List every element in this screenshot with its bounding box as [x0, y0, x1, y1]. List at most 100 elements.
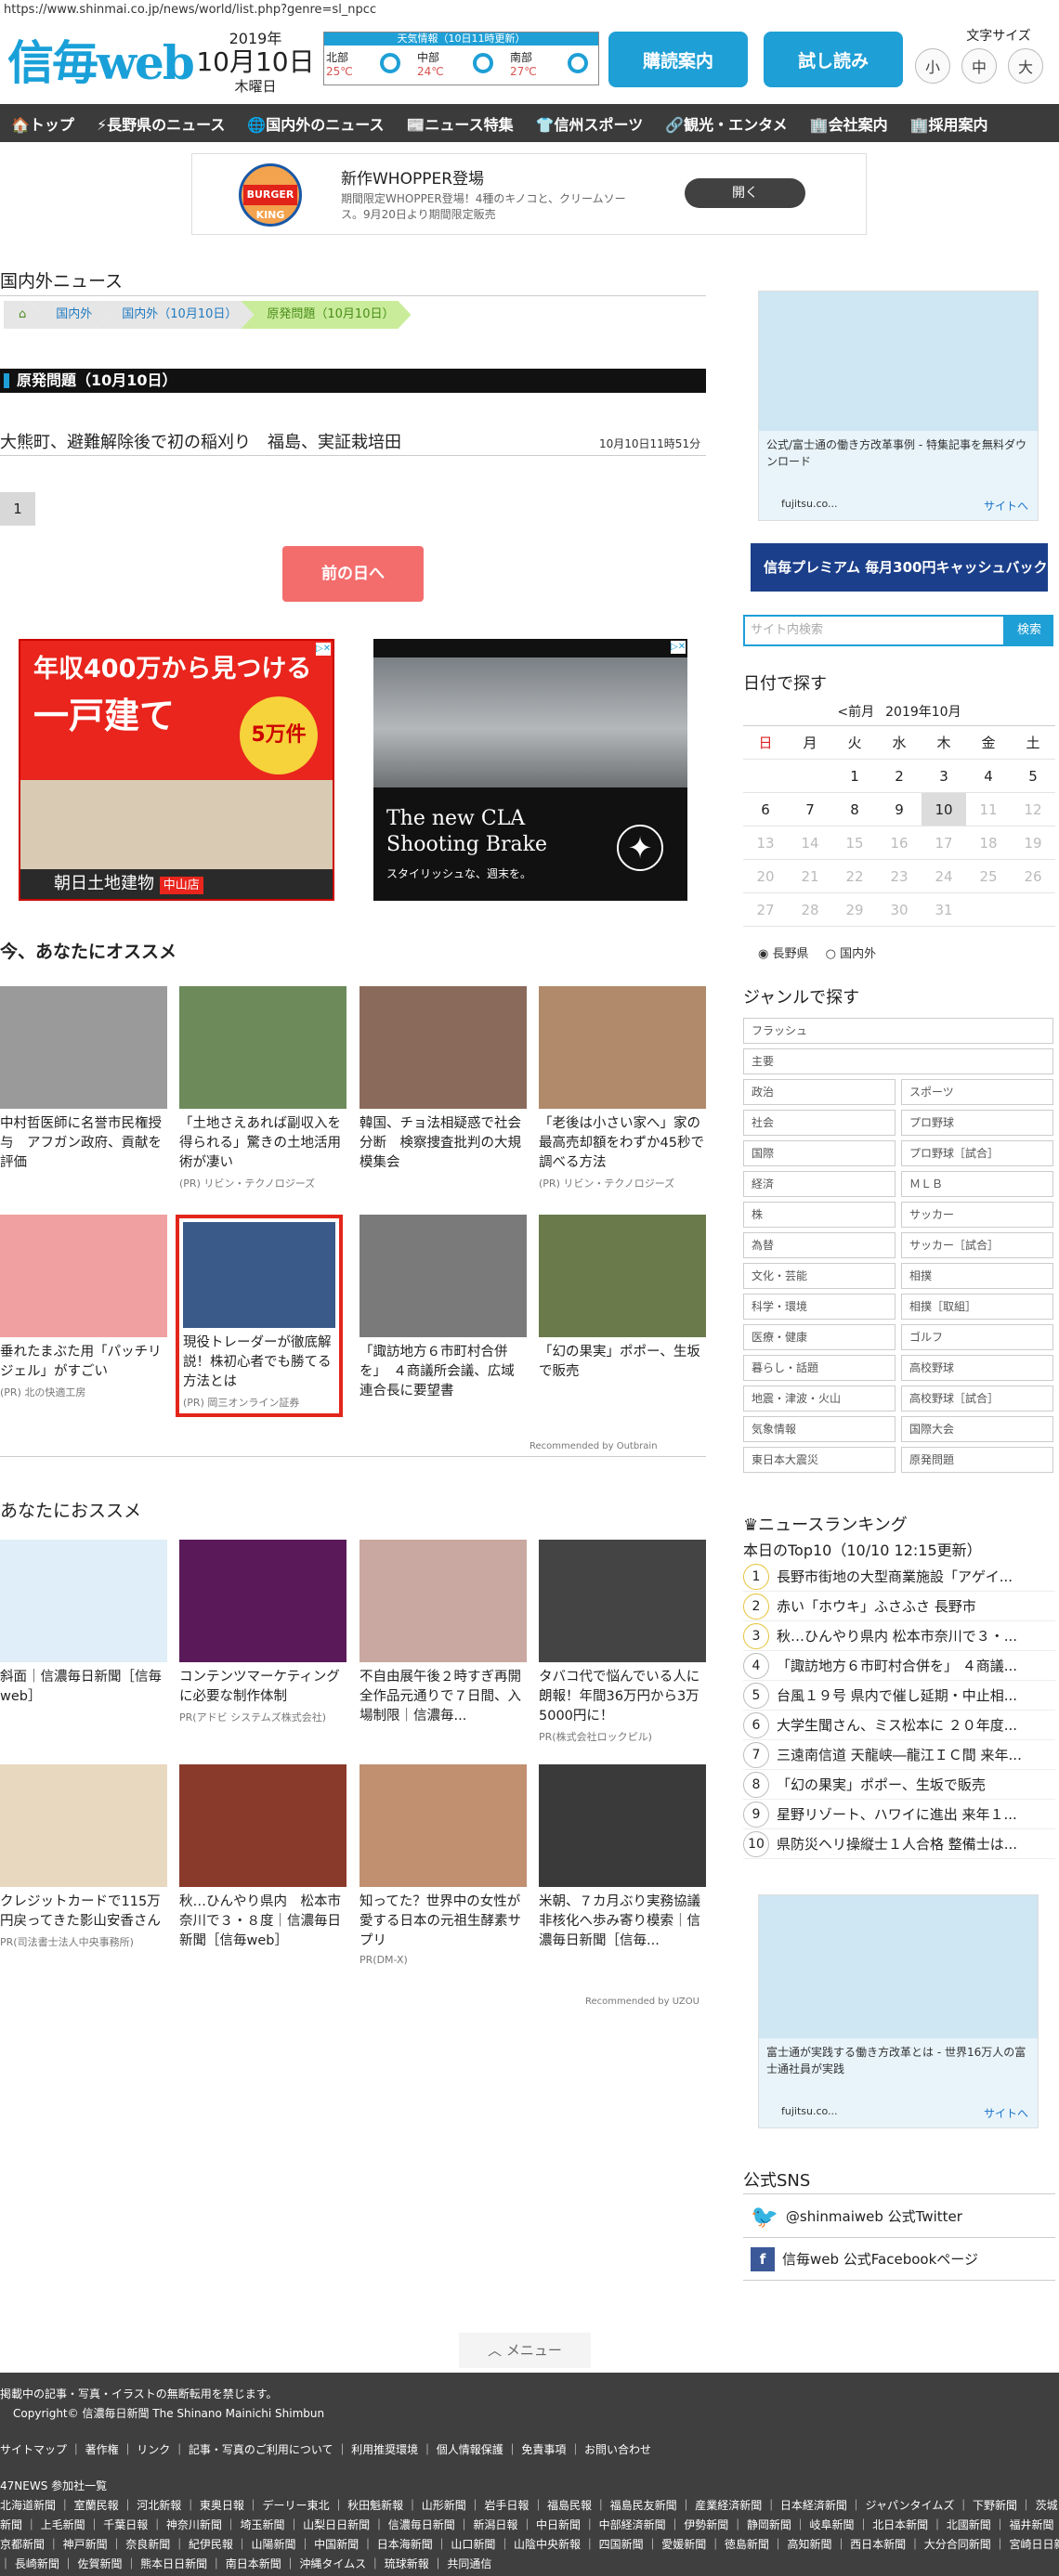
- banner-ad[interactable]: BURGER KING 新作WHOPPER登場 期間限定WHOPPER登場！4種…: [191, 153, 867, 235]
- calendar-day[interactable]: 4: [966, 760, 1011, 792]
- nav-top[interactable]: 🏠トップ: [0, 112, 85, 135]
- recommend-card[interactable]: 知ってた？世界中の女性が愛する日本の元祖生酵素サプリ PR(DM-X): [360, 1764, 527, 1966]
- calendar-day[interactable]: 1: [832, 760, 877, 792]
- genre-link[interactable]: 気象情報: [743, 1416, 896, 1442]
- genre-link[interactable]: 経済: [743, 1171, 896, 1197]
- house-ad[interactable]: 年収400万から見つける 一戸建て 5万件 朝日土地建物 中山店 ▷✕: [19, 639, 334, 901]
- calendar-day[interactable]: 8: [832, 793, 877, 826]
- breadcrumb-item[interactable]: 国内外（10月10日）: [96, 301, 254, 329]
- genre-link[interactable]: ゴルフ: [901, 1324, 1053, 1350]
- ranking-item[interactable]: 10 県防災ヘリ操縦士１人合格 整備士は...: [743, 1829, 1055, 1859]
- genre-link[interactable]: 科学・環境: [743, 1294, 896, 1320]
- recommend-card[interactable]: 不自由展午後２時すぎ再開全作品元通りで７日間、入場制限｜信濃毎...: [360, 1540, 527, 1729]
- nav-nagano-news[interactable]: ⚡長野県のニュース: [85, 112, 236, 135]
- recommend-card[interactable]: 「土地さえあれば副収入を得られる」驚きの土地活用術が凄い (PR) リビン・テクノ…: [179, 986, 346, 1190]
- recommend-card[interactable]: タバコ代で悩んでいる人に朗報！年間36万円から3万5000円に！ PR(株式会社ロ…: [539, 1540, 706, 1744]
- genre-link[interactable]: サッカー［試合］: [901, 1232, 1053, 1258]
- recommend-card[interactable]: 「幻の果実」ポポー、生坂で販売: [539, 1215, 706, 1385]
- genre-link[interactable]: プロ野球: [901, 1110, 1053, 1136]
- genre-link[interactable]: 高校野球［試合］: [901, 1386, 1053, 1412]
- search-button[interactable]: 検索: [1005, 615, 1053, 646]
- calendar-day[interactable]: 10: [922, 793, 966, 826]
- recommend-card[interactable]: 秋…ひんやり県内 松本市奈川で３・８度｜信濃毎日新聞［信毎web］: [179, 1764, 346, 1954]
- ranking-item[interactable]: 2 赤い「ホウキ」ふさふさ 長野市: [743, 1592, 1055, 1621]
- recommend-card[interactable]: クレジットカードで115万円戻ってきた影山安香さん PR(司法書士法人中央事務所): [0, 1764, 167, 1949]
- genre-link[interactable]: 暮らし・話題: [743, 1355, 896, 1381]
- recommend-card[interactable]: コンテンツマーケティングに必要な制作体制 PR(アドビ システムズ株式会社): [179, 1540, 346, 1724]
- ad-site-link[interactable]: サイトへ: [984, 2105, 1028, 2121]
- recommend-card[interactable]: 韓国、チョ法相疑惑で社会分断 検察捜査批判の大規模集会: [360, 986, 527, 1176]
- menu-button[interactable]: ︿ メニュー: [459, 2333, 591, 2368]
- genre-link[interactable]: 相撲［取組］: [901, 1294, 1053, 1320]
- twitter-link[interactable]: 🐦 @shinmaiweb 公式Twitter: [743, 2195, 1055, 2238]
- calendar-day[interactable]: 7: [788, 793, 832, 826]
- font-large-button[interactable]: 大: [1008, 48, 1043, 84]
- article-link[interactable]: 大熊町、避難解除後で初の稲刈り 福島、実証栽培田: [0, 429, 401, 453]
- calendar-day[interactable]: 6: [743, 793, 788, 826]
- ad-site-link[interactable]: サイトへ: [984, 498, 1028, 514]
- calendar-day[interactable]: 3: [922, 760, 966, 792]
- genre-link[interactable]: 文化・芸能: [743, 1263, 896, 1289]
- genre-link[interactable]: 政治: [743, 1079, 896, 1105]
- facebook-link[interactable]: f 信毎web 公式Facebookページ: [743, 2238, 1055, 2281]
- recommend-card[interactable]: 現役トレーダーが徹底解説！株初心者でも勝てる方法とは (PR) 岡三オンライン証券: [176, 1215, 343, 1417]
- recommend-card[interactable]: 「諏訪地方６市町村合併を」 ４商議所会議、広域連合長に要望書: [360, 1215, 527, 1404]
- radio-nagano[interactable]: ◉ 長野県: [758, 947, 809, 961]
- recommend-card[interactable]: 垂れたまぶた用「パッチリジェル」がすごい (PR) 北の快適工房: [0, 1215, 167, 1399]
- genre-link[interactable]: 東日本大震災: [743, 1447, 896, 1473]
- genre-link[interactable]: スポーツ: [901, 1079, 1053, 1105]
- genre-link[interactable]: 国際大会: [901, 1416, 1053, 1442]
- premium-banner[interactable]: 信毎プレミアム 毎月300円キャッシュバック!: [751, 543, 1048, 592]
- genre-link[interactable]: 国際: [743, 1140, 896, 1166]
- footer-group-list[interactable]: ｜ 長崎新聞 ｜ 佐賀新聞 ｜ 熊本日日新聞 ｜ 南日本新聞 ｜ 沖縄タイムス …: [0, 2556, 1059, 2571]
- uzou-credit[interactable]: Recommended by UZOU: [585, 1997, 699, 2007]
- nav-sports[interactable]: 👕信州スポーツ: [525, 112, 655, 135]
- banner-open-button[interactable]: 開く: [685, 178, 805, 208]
- genre-link[interactable]: 社会: [743, 1110, 896, 1136]
- recommend-card[interactable]: 中村哲医師に名誉市民権授与 アフガン政府、貢献を評価: [0, 986, 167, 1176]
- footer-group-list[interactable]: 北海道新聞 ｜ 室蘭民報 ｜ 河北新報 ｜ 東奥日報 ｜ デーリー東北 ｜ 秋田…: [0, 2497, 1059, 2513]
- genre-link[interactable]: 地震・津波・火山: [743, 1386, 896, 1412]
- genre-link[interactable]: 相撲: [901, 1263, 1053, 1289]
- calendar-day[interactable]: 9: [877, 793, 922, 826]
- genre-link[interactable]: 主要: [743, 1048, 1053, 1074]
- genre-link[interactable]: サッカー: [901, 1202, 1053, 1228]
- ranking-item[interactable]: 1 長野市街地の大型商業施設「アゲイ...: [743, 1562, 1055, 1592]
- ranking-item[interactable]: 7 三遠南信道 天龍峡―龍江ＩＣ間 来年...: [743, 1740, 1055, 1770]
- nav-entertainment[interactable]: 🔗観光・エンタメ: [654, 112, 798, 135]
- site-logo[interactable]: 信毎web: [7, 26, 195, 93]
- genre-link[interactable]: ＭＬＢ: [901, 1171, 1053, 1197]
- nav-world-news[interactable]: 🌐国内外のニュース: [236, 112, 395, 135]
- recommend-card[interactable]: 「老後は小さい家へ」家の最高売却額をわずか45秒で調べる方法 (PR) リビン・テ…: [539, 986, 706, 1190]
- footer-group-list[interactable]: 京都新聞 ｜ 神戸新聞 ｜ 奈良新聞 ｜ 紀伊民報 ｜ 山陽新聞 ｜ 中国新聞 …: [0, 2536, 1059, 2552]
- nav-features[interactable]: 📰ニュース特集: [396, 112, 525, 135]
- ranking-item[interactable]: 8 「幻の果実」ポポー、生坂で販売: [743, 1770, 1055, 1800]
- footer-links[interactable]: サイトマップ ｜ 著作権 ｜ リンク ｜ 記事・写真のご利用について ｜ 利用推…: [0, 2441, 1059, 2457]
- sidebar-ad-2[interactable]: 富士通が実践する働き方改革とは - 世界16万人の富士通社員が実践 fujits…: [758, 1894, 1039, 2128]
- trial-reading-button[interactable]: 試し読み: [764, 32, 903, 87]
- font-small-button[interactable]: 小: [915, 48, 950, 84]
- weather-widget[interactable]: 天気情報（10日11時更新） 北部 25℃ 中部 24℃ 南部 27℃: [323, 32, 599, 85]
- genre-link[interactable]: 為替: [743, 1232, 896, 1258]
- font-medium-button[interactable]: 中: [961, 48, 997, 84]
- site-search-input[interactable]: サイト内検索: [743, 615, 1005, 646]
- ranking-item[interactable]: 4 「諏訪地方６市町村合併を」 ４商議...: [743, 1651, 1055, 1681]
- delivery-info-button[interactable]: 購読案内: [608, 32, 748, 87]
- prev-month-link[interactable]: <前月: [837, 705, 874, 720]
- footer-group-list[interactable]: 新聞 ｜ 上毛新聞 ｜ 千葉日報 ｜ 神奈川新聞 ｜ 埼玉新聞 ｜ 山梨日日新聞…: [0, 2517, 1059, 2532]
- genre-link[interactable]: プロ野球［試合］: [901, 1140, 1053, 1166]
- sidebar-ad-1[interactable]: 公式/富士通の働き方改革事例 - 特集記事を無料ダウンロード fujitsu.c…: [758, 291, 1039, 521]
- page-number[interactable]: 1: [0, 492, 35, 526]
- recommend-card[interactable]: 米朝、７カ月ぶり実務協議非核化へ歩み寄り模索｜信濃毎日新聞［信毎...: [539, 1764, 706, 1954]
- genre-link[interactable]: 高校野球: [901, 1355, 1053, 1381]
- nav-company[interactable]: 🏢会社案内: [799, 112, 899, 135]
- nav-recruit[interactable]: 🏢採用案内: [899, 112, 1000, 135]
- recommend-card[interactable]: 斜面｜信濃毎日新聞［信毎web］: [0, 1540, 167, 1710]
- outbrain-credit[interactable]: Recommended by Outbrain: [530, 1441, 658, 1451]
- mercedes-ad[interactable]: The new CLA Shooting Brake スタイリッシュな、週末を。 …: [373, 639, 687, 901]
- ranking-item[interactable]: 3 秋…ひんやり県内 松本市奈川で３・...: [743, 1621, 1055, 1651]
- genre-link[interactable]: 原発問題: [901, 1447, 1053, 1473]
- genre-link[interactable]: フラッシュ: [743, 1018, 1053, 1044]
- ranking-item[interactable]: 6 大学生聞さん、ミス松本に ２０年度...: [743, 1711, 1055, 1740]
- adchoices-icon[interactable]: ▷✕: [316, 643, 331, 656]
